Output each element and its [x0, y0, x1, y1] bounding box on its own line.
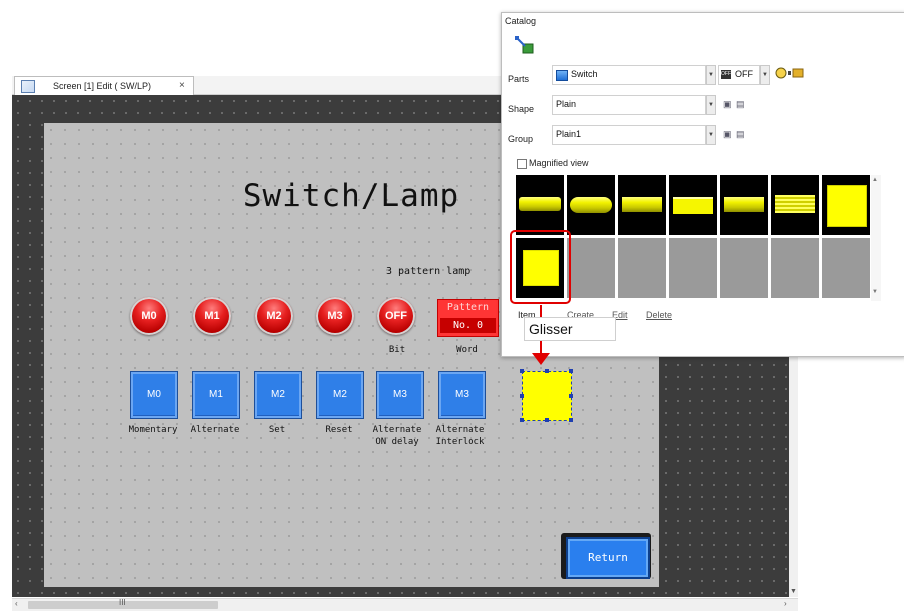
off-state-value: OFF: [735, 69, 753, 79]
horizontal-scrollbar[interactable]: ‹ III ›: [12, 598, 798, 611]
parts-select[interactable]: Switch: [552, 65, 706, 85]
shape-preview: [673, 197, 713, 214]
caption-alternate: Alternate: [190, 425, 240, 435]
catalog-item-empty[interactable]: [618, 238, 666, 298]
shape-preview: [724, 197, 764, 212]
catalog-item[interactable]: [771, 175, 819, 235]
shape-preview: [570, 197, 612, 213]
caption-set: Set: [268, 425, 286, 435]
scroll-up-arrow-icon[interactable]: ▲: [872, 177, 878, 183]
catalog-item-empty[interactable]: [822, 238, 870, 298]
shape-label: Shape: [508, 104, 535, 114]
pattern-label: Pattern: [446, 302, 490, 313]
resize-handle[interactable]: [545, 369, 549, 373]
scroll-left-arrow-icon[interactable]: ‹: [15, 599, 18, 608]
catalog-item[interactable]: [516, 175, 564, 235]
screen-icon: [21, 80, 35, 93]
lamp-m2[interactable]: M2: [255, 297, 293, 335]
resize-handle[interactable]: [569, 394, 573, 398]
lamp-m1[interactable]: M1: [193, 297, 231, 335]
switch-alternate[interactable]: M1: [192, 371, 240, 419]
caption-momentary: Momentary: [128, 425, 178, 435]
switch-part-icon: [556, 70, 568, 81]
close-tab-icon[interactable]: ×: [179, 80, 185, 91]
magnified-view-label: Magnified view: [529, 158, 589, 168]
resize-handle[interactable]: [569, 418, 573, 422]
scroll-right-arrow-icon[interactable]: ›: [784, 599, 787, 608]
shape-preview: [622, 197, 662, 212]
dropped-yellow-switch[interactable]: [520, 369, 573, 422]
shape-preview: [775, 195, 815, 213]
switch-set[interactable]: M2: [254, 371, 302, 419]
catalog-tool-icon[interactable]: [513, 34, 535, 56]
pattern-value: No. 0: [452, 320, 484, 331]
catalog-item[interactable]: [567, 175, 615, 235]
group-dropdown-icon[interactable]: ▼: [706, 125, 716, 145]
catalog-item[interactable]: [822, 175, 870, 235]
catalog-item-empty[interactable]: [720, 238, 768, 298]
catalog-item-empty[interactable]: [567, 238, 615, 298]
resize-handle[interactable]: [520, 418, 524, 422]
shape-preview: [519, 197, 561, 211]
catalog-item[interactable]: [669, 175, 717, 235]
off-state-dropdown-icon[interactable]: ▼: [760, 65, 770, 85]
parts-value: Switch: [571, 69, 598, 79]
shape-dropdown-icon[interactable]: ▼: [706, 95, 716, 115]
drag-arrow-head-icon: [532, 353, 550, 365]
scroll-down-arrow-icon[interactable]: ▼: [872, 289, 878, 295]
word-label: Word: [456, 345, 478, 355]
catalog-item-empty[interactable]: [669, 238, 717, 298]
catalog-item-empty[interactable]: [771, 238, 819, 298]
lamp-m0[interactable]: M0: [130, 297, 168, 335]
shape-save-icon[interactable]: ▣: [723, 99, 732, 109]
scroll-grip-icon: III: [119, 598, 126, 607]
caption-alternate-interlock: Alternate Interlock: [435, 425, 485, 447]
caption-reset: Reset: [325, 425, 353, 435]
magnified-view-checkbox[interactable]: [517, 159, 527, 169]
pattern-lamp-label[interactable]: 3 pattern lamp: [386, 266, 470, 277]
catalog-title: Catalog: [505, 16, 537, 26]
resize-handle[interactable]: [569, 369, 573, 373]
off-state-icon: OFF: [721, 70, 731, 79]
shape-preview: [827, 185, 867, 227]
switch-reset[interactable]: M2: [316, 371, 364, 419]
switch-alternate-interlock[interactable]: M3: [438, 371, 486, 419]
shape-print-icon[interactable]: ▤: [736, 99, 745, 109]
group-value: Plain1: [556, 129, 582, 139]
palette-icons[interactable]: [774, 66, 804, 80]
parts-dropdown-icon[interactable]: ▼: [706, 65, 716, 85]
catalog-scrollbar[interactable]: ▲ ▼: [871, 175, 881, 301]
selection-highlight: [510, 230, 571, 304]
return-button[interactable]: Return: [566, 537, 650, 579]
group-label: Group: [508, 134, 534, 144]
pattern-number-display[interactable]: Pattern No. 0: [437, 299, 499, 337]
catalog-item[interactable]: [618, 175, 666, 235]
tab-title: Screen [1] Edit ( SW/LP): [53, 81, 152, 91]
scroll-down-arrow-icon[interactable]: ▼: [789, 588, 798, 595]
resize-handle[interactable]: [545, 418, 549, 422]
lamp-off[interactable]: OFF: [377, 297, 415, 335]
resize-handle[interactable]: [520, 394, 524, 398]
parts-label: Parts: [508, 74, 530, 84]
tab-screen-edit[interactable]: Screen [1] Edit ( SW/LP) ×: [14, 76, 194, 95]
off-state-select[interactable]: OFF OFF: [718, 65, 760, 85]
shape-select[interactable]: Plain: [552, 95, 706, 115]
catalog-item[interactable]: [720, 175, 768, 235]
switch-alternate-on-delay[interactable]: M3: [376, 371, 424, 419]
caption-alternate-on-delay: Alternate ON delay: [372, 425, 422, 447]
group-select[interactable]: Plain1: [552, 125, 706, 145]
group-print-icon[interactable]: ▤: [736, 129, 745, 139]
glisser-callout: Glisser: [524, 317, 616, 341]
lamp-m3[interactable]: M3: [316, 297, 354, 335]
shape-value: Plain: [556, 99, 577, 109]
bit-label: Bit: [388, 345, 406, 355]
switch-momentary[interactable]: M0: [130, 371, 178, 419]
resize-handle[interactable]: [520, 369, 524, 373]
delete-button[interactable]: Delete: [646, 310, 672, 320]
group-save-icon[interactable]: ▣: [723, 129, 732, 139]
